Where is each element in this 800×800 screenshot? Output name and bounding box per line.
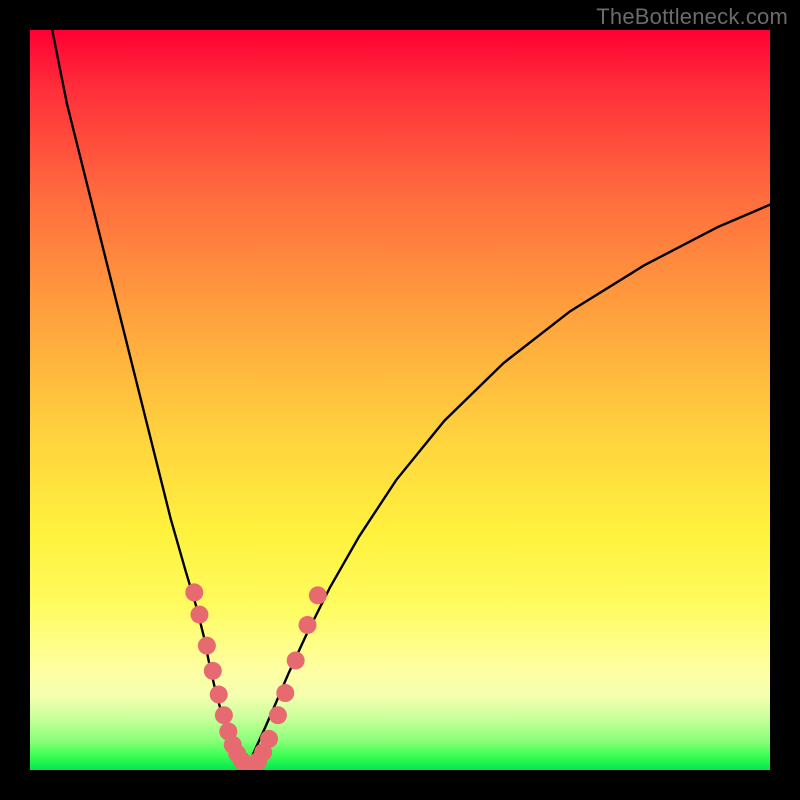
data-marker — [210, 686, 228, 704]
data-marker — [215, 706, 233, 724]
data-marker — [287, 651, 305, 669]
curve-right-branch — [247, 205, 770, 766]
data-marker — [309, 586, 327, 604]
data-marker — [185, 583, 203, 601]
plot-area — [30, 30, 770, 770]
curve-overlay — [30, 30, 770, 770]
data-marker — [260, 730, 278, 748]
data-marker — [299, 616, 317, 634]
data-marker — [276, 684, 294, 702]
data-marker — [269, 706, 287, 724]
curve-left-branch — [52, 30, 247, 766]
data-marker — [190, 606, 208, 624]
watermark-text: TheBottleneck.com — [596, 4, 788, 30]
chart-frame: TheBottleneck.com — [0, 0, 800, 800]
data-marker — [204, 662, 222, 680]
curve-markers — [185, 583, 327, 770]
data-marker — [198, 637, 216, 655]
